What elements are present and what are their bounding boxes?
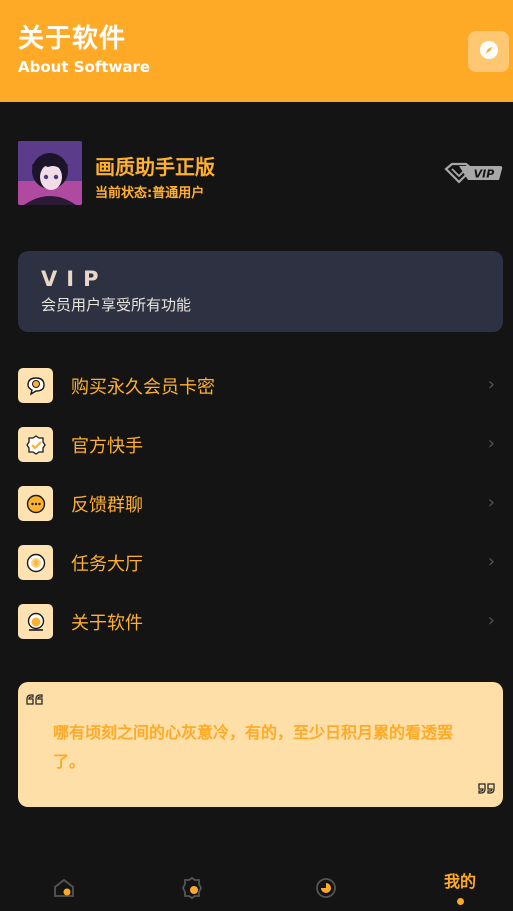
menu-item-task-hall[interactable]: 任务大厅 ›	[18, 543, 503, 583]
home-icon	[52, 876, 76, 904]
vip-card-title: VIP	[41, 267, 108, 291]
quote-text: 哪有顷刻之间的心灰意冷，有的，至少日积月累的看透罢了。	[53, 723, 454, 771]
user-status: 当前状态:普通用户	[95, 186, 205, 201]
menu-item-official-kuaishou[interactable]: 官方快手 ›	[18, 425, 503, 465]
badge-icon	[180, 876, 204, 904]
tab-mine[interactable]: 我的	[396, 860, 513, 911]
menu-item-label: 官方快手	[71, 436, 143, 457]
app-name: 画质助手正版	[95, 155, 215, 179]
quote-close-icon	[477, 779, 495, 798]
quote-open-icon	[26, 691, 44, 710]
vip-badge: VIP	[444, 162, 504, 184]
menu-item-label: 任务大厅	[71, 554, 143, 575]
message-dots-icon	[18, 486, 53, 521]
compass-button[interactable]	[468, 31, 509, 72]
menu-item-buy-membership[interactable]: 购买永久会员卡密 ›	[18, 366, 503, 406]
menu-item-label: 关于软件	[71, 613, 143, 634]
vip-card[interactable]: VIP 会员用户享受所有功能	[18, 251, 503, 332]
profile-section: 画质助手正版 当前状态:普通用户 VIP	[18, 141, 504, 207]
chevron-right-icon: ›	[487, 610, 495, 631]
quote-card: 哪有顷刻之间的心灰意冷，有的，至少日积月累的看透罢了。	[18, 682, 503, 807]
chevron-right-icon: ›	[487, 492, 495, 513]
svg-text:VIP: VIP	[474, 168, 495, 181]
menu-item-feedback-group[interactable]: 反馈群聊 ›	[18, 484, 503, 524]
discover-icon	[314, 876, 338, 904]
avatar[interactable]	[18, 141, 82, 205]
tab-discover[interactable]	[262, 860, 390, 911]
coin-icon	[18, 545, 53, 580]
header-bar: 关于软件 About Software	[0, 0, 513, 102]
page-title: 关于软件	[18, 24, 127, 54]
chevron-right-icon: ›	[487, 551, 495, 572]
tab-label: 我的	[443, 872, 476, 891]
menu-item-label: 反馈群聊	[71, 495, 143, 516]
info-icon	[18, 604, 53, 639]
active-indicator	[456, 898, 464, 905]
bottom-tab-bar: 我的	[0, 860, 513, 911]
menu-item-about-software[interactable]: 关于软件 ›	[18, 602, 503, 642]
compass-icon	[478, 39, 500, 65]
tab-home[interactable]	[0, 860, 128, 911]
tab-badge[interactable]	[128, 860, 256, 911]
page-subtitle: About Software	[18, 58, 151, 76]
chat-bubble-icon	[18, 368, 53, 403]
chevron-right-icon: ›	[487, 374, 495, 395]
menu-item-label: 购买永久会员卡密	[71, 377, 215, 398]
badge-check-icon	[18, 427, 53, 462]
chevron-right-icon: ›	[487, 433, 495, 454]
vip-card-description: 会员用户享受所有功能	[41, 296, 192, 314]
